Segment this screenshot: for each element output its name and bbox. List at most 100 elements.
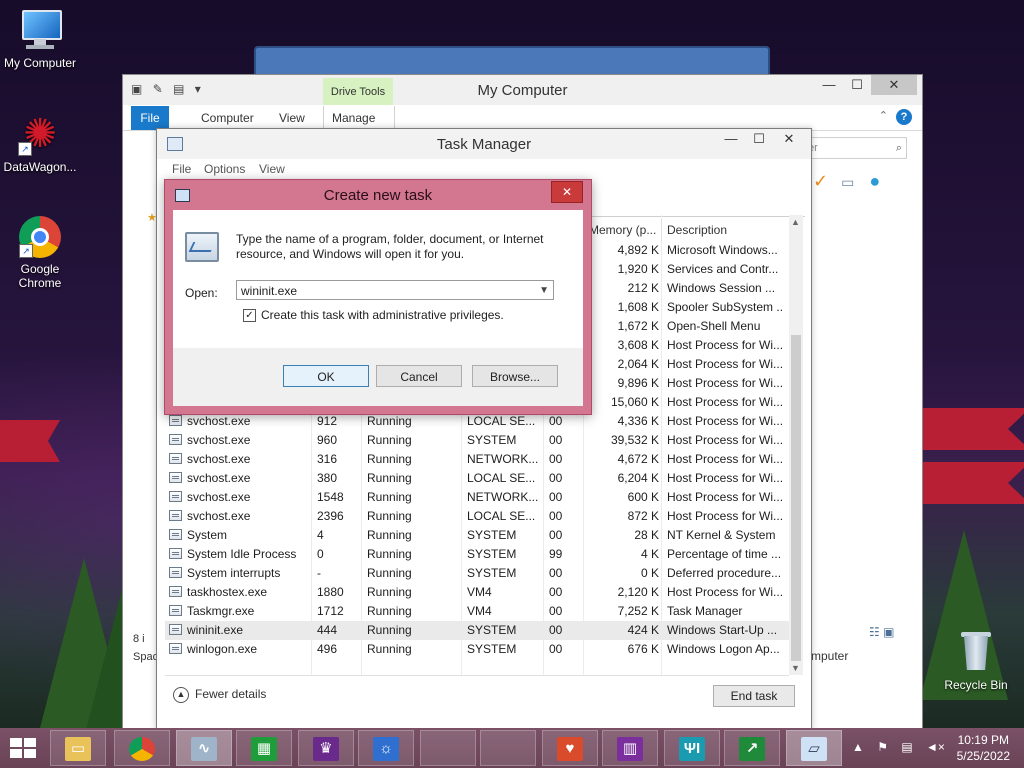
- taskbar-clock[interactable]: 10:19 PM 5/25/2022: [957, 732, 1010, 764]
- table-row[interactable]: winlogon.exe 496 Running SYSTEM 00 676 K Windo…: [165, 640, 789, 659]
- taskbar-weather[interactable]: ☼: [358, 730, 414, 766]
- ok-button[interactable]: OK: [283, 365, 369, 387]
- column-header-description[interactable]: Description: [661, 219, 789, 241]
- scroll-down-icon[interactable]: ▼: [791, 663, 800, 673]
- user-cell: SYSTEM: [467, 528, 517, 542]
- end-task-button[interactable]: End task: [713, 685, 795, 707]
- process-name-cell: wininit.exe: [187, 623, 244, 637]
- chevron-down-icon[interactable]: ▼: [539, 281, 549, 301]
- sun-icon: ☼: [373, 737, 399, 761]
- memory-cell: 1,920 K: [617, 262, 659, 276]
- desktop-icon-google-chrome[interactable]: ↗ Google Chrome: [0, 216, 80, 290]
- table-row[interactable]: System Idle Process 0 Running SYSTEM 99 4 K Pe…: [165, 545, 789, 564]
- menu-options[interactable]: Options: [204, 162, 245, 176]
- ribbon-collapse-icon[interactable]: ⌃: [879, 109, 888, 122]
- table-row[interactable]: svchost.exe 380 Running LOCAL SE... 00 6,204 …: [165, 469, 789, 488]
- tab-computer[interactable]: Computer: [193, 106, 262, 130]
- column-header-memory[interactable]: Memory (p...: [583, 219, 661, 241]
- description-cell: Microsoft Windows...: [667, 243, 778, 257]
- volume-muted-icon[interactable]: ◄×: [926, 740, 945, 754]
- pid-cell: 380: [317, 471, 338, 485]
- memory-cell: 15,060 K: [610, 395, 659, 409]
- browse-button[interactable]: Browse...: [472, 365, 558, 387]
- view-mode-icons[interactable]: ☷ ▣: [869, 625, 894, 639]
- admin-privileges-label: Create this task with administrative pri…: [261, 308, 504, 322]
- admin-privileges-checkbox[interactable]: ✓ Create this task with administrative pr…: [243, 308, 504, 323]
- tab-view[interactable]: View: [271, 106, 313, 130]
- checkbox-checked-icon[interactable]: ✓: [243, 309, 256, 323]
- desktop-icon-datawagon[interactable]: ✺ ↗ DataWagon...: [0, 112, 80, 174]
- taskbar-games[interactable]: ♛: [298, 730, 354, 766]
- cpu-cell: 00: [549, 490, 563, 504]
- table-row[interactable]: System 4 Running SYSTEM 00 28 K NT Kernel & Sy…: [165, 526, 789, 545]
- status-cell: Running: [367, 528, 412, 542]
- table-row[interactable]: wininit.exe 444 Running SYSTEM 00 424 K Window…: [165, 621, 789, 640]
- globe-icon[interactable]: ●: [869, 171, 880, 191]
- desktop-icon-label: Recycle Bin: [944, 678, 1008, 692]
- taskbar-run-dialog[interactable]: ▱: [786, 730, 842, 766]
- process-name-cell: Taskmgr.exe: [187, 604, 255, 618]
- checkmark-icon[interactable]: ✓: [813, 171, 828, 191]
- table-row[interactable]: taskhostex.exe 1880 Running VM4 00 2,120 K Hos…: [165, 583, 789, 602]
- scroll-up-icon[interactable]: ▲: [791, 217, 800, 227]
- taskbar-chrome[interactable]: [114, 730, 170, 766]
- process-name-cell: System Idle Process: [187, 547, 297, 561]
- description-cell: Host Process for Wi...: [667, 395, 782, 409]
- memory-cell: 0 K: [640, 566, 659, 580]
- desktop-icon-my-computer[interactable]: My Computer: [0, 8, 80, 70]
- explorer-search-input[interactable]: er ⌕: [803, 137, 907, 159]
- process-table-scrollbar[interactable]: ▲ ▼: [789, 215, 803, 675]
- taskbar-store[interactable]: ▦: [236, 730, 292, 766]
- description-cell: Windows Start-Up ...: [667, 623, 778, 637]
- open-combobox[interactable]: wininit.exe ▼: [236, 280, 554, 300]
- scrollbar-thumb[interactable]: [791, 335, 801, 661]
- close-button[interactable]: ✕: [775, 129, 803, 149]
- table-row[interactable]: System interrupts - Running SYSTEM 00 0 K Defe…: [165, 564, 789, 583]
- table-row[interactable]: svchost.exe 316 Running NETWORK... 00 4,672 K…: [165, 450, 789, 469]
- menu-file[interactable]: File: [172, 162, 191, 176]
- process-icon: [169, 472, 182, 483]
- desktop-icon-recycle-bin[interactable]: Recycle Bin: [936, 630, 1016, 692]
- taskbar-finance[interactable]: ↗: [724, 730, 780, 766]
- status-cell: Running: [367, 452, 412, 466]
- tray-overflow-icon[interactable]: ▲: [852, 740, 864, 754]
- process-name-cell: taskhostex.exe: [187, 585, 268, 599]
- minimize-button[interactable]: —: [717, 129, 745, 149]
- network-icon[interactable]: ▤: [901, 740, 912, 754]
- minimize-button[interactable]: —: [815, 75, 843, 95]
- run-program-icon: [185, 232, 219, 262]
- help-icon[interactable]: ?: [896, 109, 912, 125]
- windows-start-icon[interactable]: [10, 738, 38, 760]
- table-row[interactable]: svchost.exe 1548 Running NETWORK... 00 600 K H…: [165, 488, 789, 507]
- taskbar-empty-slot[interactable]: [480, 730, 536, 766]
- close-icon[interactable]: ✕: [551, 181, 583, 203]
- maximize-button[interactable]: ☐: [745, 129, 773, 149]
- pid-cell: 1880: [317, 585, 344, 599]
- table-row[interactable]: Taskmgr.exe 1712 Running VM4 00 7,252 K Task M…: [165, 602, 789, 621]
- create-new-task-dialog: Create new task ✕ Type the name of a pro…: [164, 179, 592, 415]
- taskbar-file-explorer[interactable]: ▭: [50, 730, 106, 766]
- taskbar-maps[interactable]: ▥: [602, 730, 658, 766]
- taskbar-food[interactable]: ΨI: [664, 730, 720, 766]
- tab-manage[interactable]: Manage: [323, 106, 395, 130]
- action-center-flag-icon[interactable]: ⚑: [877, 740, 888, 754]
- table-row[interactable]: svchost.exe 2396 Running LOCAL SE... 00 872 K…: [165, 507, 789, 526]
- taskbar-empty-slot[interactable]: [420, 730, 476, 766]
- memory-cell: 4,336 K: [617, 414, 659, 428]
- menu-view[interactable]: View: [259, 162, 285, 176]
- close-button[interactable]: ✕: [871, 75, 917, 95]
- maximize-button[interactable]: ☐: [843, 75, 871, 95]
- process-name-cell: svchost.exe: [187, 452, 251, 466]
- cancel-button[interactable]: Cancel: [376, 365, 462, 387]
- open-input-value[interactable]: wininit.exe: [241, 284, 297, 298]
- user-cell: SYSTEM: [467, 433, 517, 447]
- tab-file[interactable]: File: [131, 106, 169, 130]
- fewer-details-button[interactable]: ▲ Fewer details: [173, 687, 266, 703]
- wallpaper-flag: [920, 462, 1024, 504]
- task-manager-title: Task Manager: [436, 136, 532, 153]
- taskbar-health[interactable]: ♥: [542, 730, 598, 766]
- drive-icon[interactable]: ▭: [841, 174, 854, 190]
- table-row[interactable]: svchost.exe 960 Running SYSTEM 00 39,532 K Hos…: [165, 431, 789, 450]
- description-cell: Services and Contr...: [667, 262, 779, 276]
- taskbar-task-manager[interactable]: ∿: [176, 730, 232, 766]
